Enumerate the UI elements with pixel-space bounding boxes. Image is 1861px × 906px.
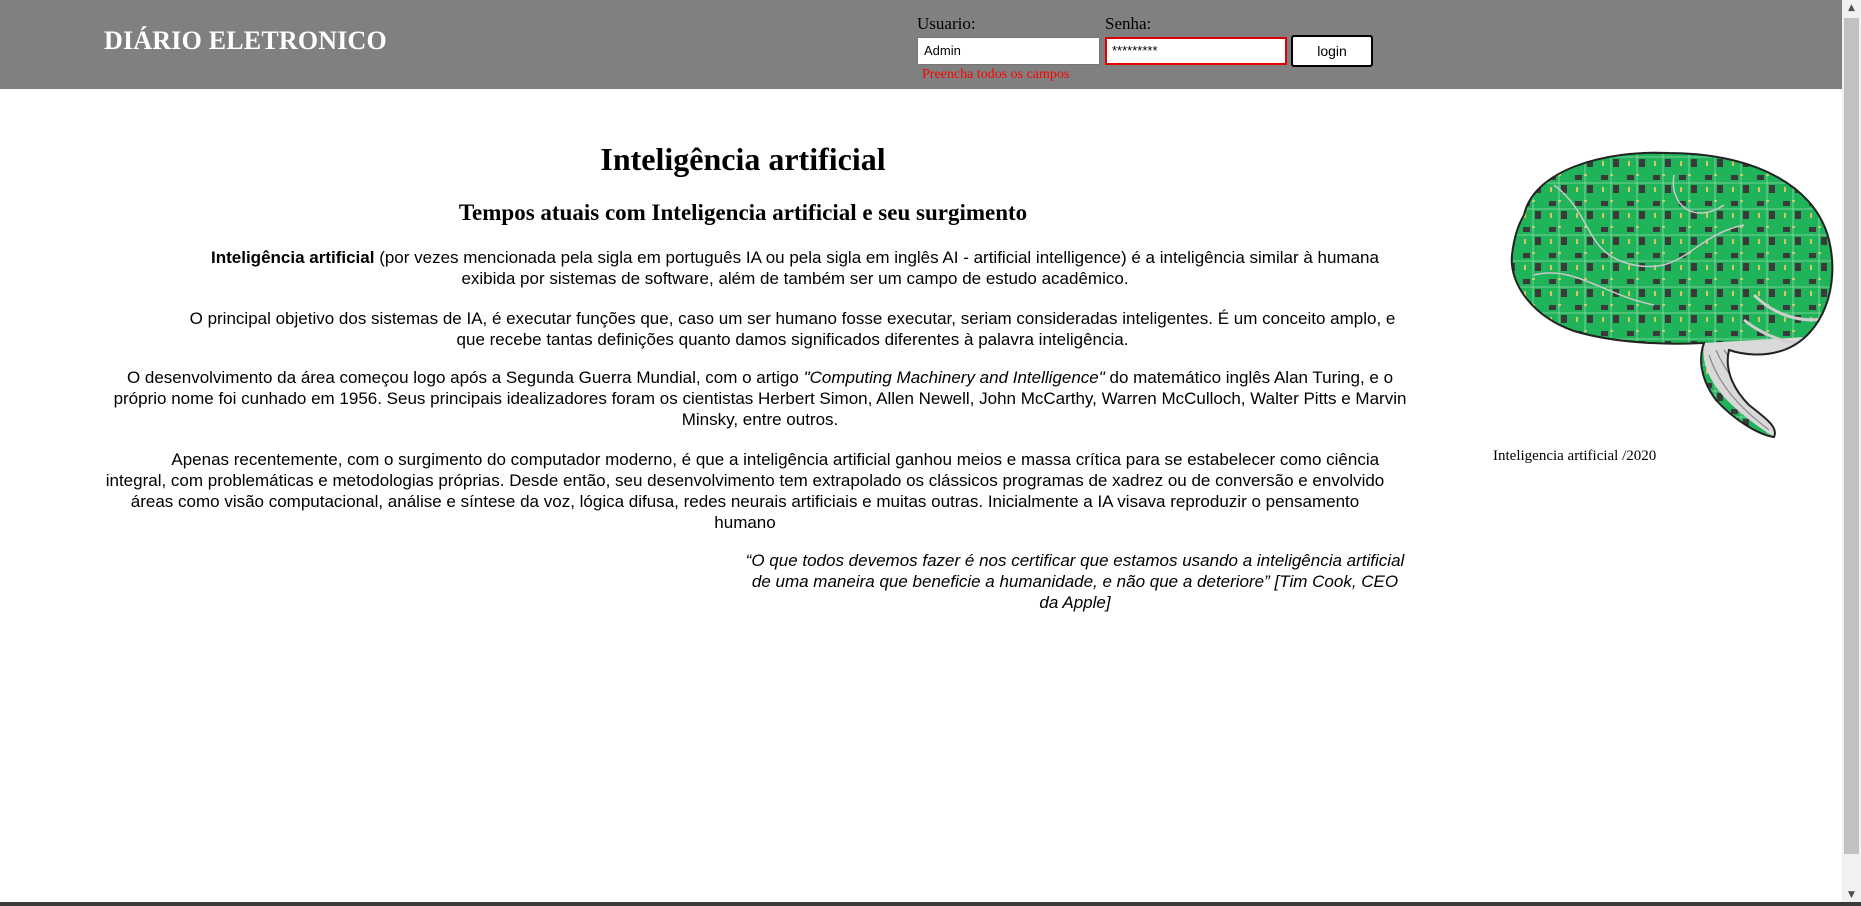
- scrollbar-thumb[interactable]: [1844, 18, 1859, 854]
- quote-block: “O que todos devemos fazer é nos certifi…: [745, 551, 1405, 612]
- article-reference: "Computing Machinery and Intelligence": [803, 368, 1105, 387]
- password-input[interactable]: *********: [1105, 37, 1287, 65]
- username-input[interactable]: Admin: [917, 37, 1100, 65]
- page-subtitle: Tempos atuais com Inteligencia artificia…: [458, 200, 1028, 225]
- username-label: Usuario:: [917, 14, 976, 33]
- paragraph-definition: Inteligência artificial (por vezes menci…: [200, 247, 1390, 289]
- paragraph-history: O desenvolvimento da área começou logo a…: [110, 367, 1410, 430]
- paragraph-text: (por vezes mencionada pela sigla em port…: [374, 248, 1379, 288]
- figure-caption: Inteligencia artificial /2020: [1493, 448, 1657, 464]
- paragraph-recent: Apenas recentemente, com o surgimento do…: [100, 449, 1390, 533]
- paragraph-objective: O principal objetivo dos sistemas de IA,…: [189, 309, 1396, 349]
- scroll-up-icon[interactable]: ▲: [1842, 0, 1861, 17]
- login-button[interactable]: login: [1291, 35, 1373, 67]
- paragraph-text: O desenvolvimento da área começou logo a…: [126, 368, 804, 387]
- vertical-scrollbar[interactable]: ▲ ▼: [1842, 0, 1861, 906]
- header-bar: DIÁRIO ELETRONICO Usuario: Admin Senha: …: [0, 0, 1842, 89]
- validation-error-message: Preencha todos os campos: [922, 67, 1070, 82]
- page-title: Inteligência artificial: [600, 141, 886, 177]
- site-brand: DIÁRIO ELETRONICO: [104, 26, 387, 55]
- password-label: Senha:: [1105, 14, 1152, 33]
- circuit-brain-illustration: [1510, 151, 1834, 439]
- paragraph-bold-term: Inteligência artificial: [211, 248, 375, 267]
- paragraph-text: Apenas recentemente, com o surgimento do…: [105, 450, 1385, 532]
- window-bottom-edge: [0, 902, 1861, 906]
